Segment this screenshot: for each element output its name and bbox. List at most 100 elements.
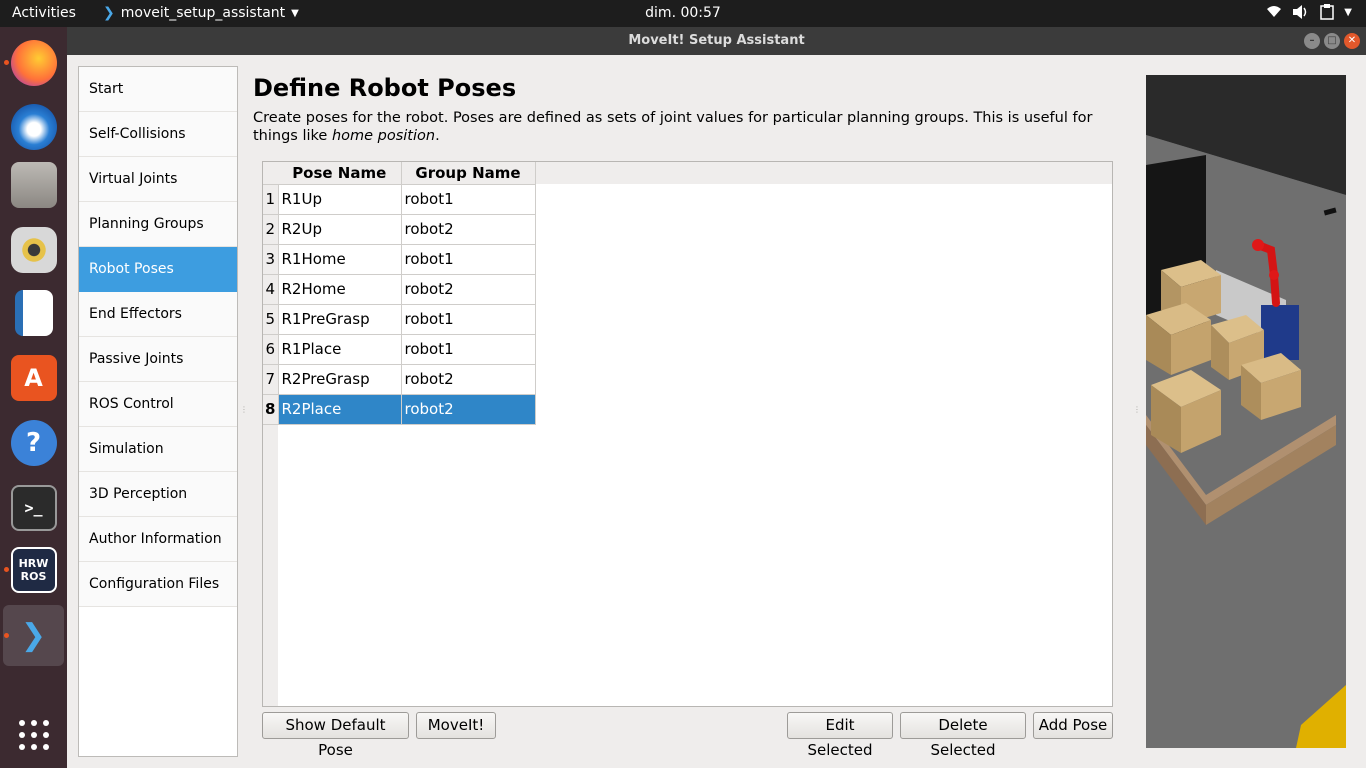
- delete-selected-button[interactable]: Delete Selected: [900, 712, 1026, 759]
- chevron-down-icon: ▼: [291, 7, 299, 19]
- robot-3d-viewport[interactable]: [1146, 75, 1346, 748]
- show-applications-launcher[interactable]: [3, 704, 64, 765]
- sidebar-item-passive-joints[interactable]: Passive Joints: [79, 337, 237, 382]
- right-splitter-handle[interactable]: ⋮: [1133, 405, 1141, 419]
- sidebar-item-virtual-joints[interactable]: Virtual Joints: [79, 157, 237, 202]
- firefox-launcher[interactable]: [3, 32, 64, 93]
- show-applications-icon: [11, 712, 57, 758]
- sidebar-item-self-collisions[interactable]: Self-Collisions: [79, 112, 237, 157]
- pose-name-cell[interactable]: R1Up: [277, 183, 402, 215]
- firefox-icon: [10, 39, 57, 86]
- app-menu-label: moveit_setup_assistant: [120, 5, 286, 21]
- poses-table[interactable]: Pose Name Group Name 1 R1Up robot1 2 R2Up rob…: [262, 161, 1113, 707]
- table-corner[interactable]: [263, 162, 278, 184]
- pose-name-cell[interactable]: R1PreGrasp: [277, 303, 402, 335]
- rhythmbox-launcher[interactable]: [3, 219, 64, 280]
- wifi-icon: [1266, 4, 1282, 24]
- clock[interactable]: dim. 00:57: [645, 5, 721, 21]
- libreoffice-writer-launcher[interactable]: [3, 282, 64, 343]
- dock: A? >_ HRW ROS ❯: [0, 27, 67, 768]
- sidebar-item-simulation[interactable]: Simulation: [79, 427, 237, 472]
- row-number[interactable]: 2: [263, 213, 279, 245]
- table-row[interactable]: 4 R2Home robot2: [263, 273, 536, 305]
- pose-name-cell[interactable]: R2Up: [277, 213, 402, 245]
- show-default-pose-button[interactable]: Show Default Pose: [262, 712, 409, 759]
- sidebar-item-author-information[interactable]: Author Information: [79, 517, 237, 562]
- moveit-icon: ❯: [20, 618, 47, 653]
- maximize-icon[interactable]: □: [1324, 33, 1340, 49]
- group-name-cell[interactable]: robot1: [400, 243, 536, 275]
- system-menu-chevron-icon: ▼: [1344, 7, 1352, 18]
- sidebar-item-planning-groups[interactable]: Planning Groups: [79, 202, 237, 247]
- top-bar: Activities ❯ moveit_setup_assistant ▼ di…: [0, 0, 1366, 27]
- row-number[interactable]: 8: [263, 393, 279, 425]
- running-indicator: [4, 60, 9, 65]
- table-row[interactable]: 1 R1Up robot1: [263, 183, 536, 215]
- sidebar-item-configuration-files[interactable]: Configuration Files: [79, 562, 237, 607]
- help-launcher[interactable]: ?: [3, 412, 64, 473]
- pose-name-cell[interactable]: R1Home: [277, 243, 402, 275]
- pose-name-cell[interactable]: R2Home: [277, 273, 402, 305]
- row-number[interactable]: 3: [263, 243, 279, 275]
- edit-selected-button[interactable]: Edit Selected: [787, 712, 893, 759]
- hrw-ros-launcher[interactable]: HRW ROS: [3, 539, 64, 600]
- table-row[interactable]: 8 R2Place robot2: [263, 393, 536, 425]
- row-number[interactable]: 1: [263, 183, 279, 215]
- pose-name-cell[interactable]: R2Place: [277, 393, 402, 425]
- thunderbird-launcher[interactable]: [3, 96, 64, 157]
- group-name-cell[interactable]: robot2: [400, 213, 536, 245]
- table-row[interactable]: 2 R2Up robot2: [263, 213, 536, 245]
- sidebar-item-3d-perception[interactable]: 3D Perception: [79, 472, 237, 517]
- group-name-cell[interactable]: robot2: [400, 273, 536, 305]
- sidebar-item-start[interactable]: Start: [79, 67, 237, 112]
- row-number[interactable]: 5: [263, 303, 279, 335]
- activities-button[interactable]: Activities: [12, 5, 76, 21]
- page-description: Create poses for the robot. Poses are de…: [253, 110, 1093, 144]
- terminal-icon: >_: [10, 484, 57, 531]
- group-name-cell[interactable]: robot2: [400, 393, 536, 425]
- window-body: Start Self-Collisions Virtual Joints Planni…: [67, 55, 1366, 768]
- row-number[interactable]: 7: [263, 363, 279, 395]
- group-name-cell[interactable]: robot1: [400, 333, 536, 365]
- table-row[interactable]: 5 R1PreGrasp robot1: [263, 303, 536, 335]
- running-indicator: [4, 633, 9, 638]
- system-tray[interactable]: ▼: [1266, 4, 1352, 24]
- window-title: MoveIt! Setup Assistant: [628, 33, 805, 48]
- column-header-pose-name[interactable]: Pose Name: [278, 162, 402, 184]
- page-title: Define Robot Poses: [253, 74, 517, 102]
- group-name-cell[interactable]: robot1: [400, 183, 536, 215]
- files-launcher[interactable]: [3, 154, 64, 215]
- table-row[interactable]: 3 R1Home robot1: [263, 243, 536, 275]
- moveit-launcher[interactable]: ❯: [3, 605, 64, 666]
- table-row[interactable]: 7 R2PreGrasp robot2: [263, 363, 536, 395]
- app-menu[interactable]: ❯ moveit_setup_assistant ▼: [103, 5, 299, 21]
- volume-icon: [1292, 4, 1310, 24]
- window-title-bar[interactable]: MoveIt! Setup Assistant – □ ✕: [67, 27, 1366, 55]
- group-name-cell[interactable]: robot2: [400, 363, 536, 395]
- moveit-app-icon: ❯: [103, 5, 115, 21]
- running-indicator: [4, 567, 9, 572]
- files-icon: [10, 161, 57, 208]
- pose-name-cell[interactable]: R2PreGrasp: [277, 363, 402, 395]
- sidebar-item-ros-control[interactable]: ROS Control: [79, 382, 237, 427]
- sidebar-item-robot-poses[interactable]: Robot Poses: [79, 247, 237, 292]
- left-splitter-handle[interactable]: ⋮: [240, 405, 248, 419]
- close-icon[interactable]: ✕: [1344, 33, 1360, 49]
- sidebar-item-end-effectors[interactable]: End Effectors: [79, 292, 237, 337]
- libreoffice-writer-icon: [14, 289, 53, 336]
- pose-name-cell[interactable]: R1Place: [277, 333, 402, 365]
- row-number[interactable]: 6: [263, 333, 279, 365]
- row-number[interactable]: 4: [263, 273, 279, 305]
- ubuntu-software-icon: A: [10, 354, 57, 401]
- table-row[interactable]: 6 R1Place robot1: [263, 333, 536, 365]
- add-pose-button[interactable]: Add Pose: [1033, 712, 1113, 739]
- minimize-icon[interactable]: –: [1304, 33, 1320, 49]
- moveit-button[interactable]: MoveIt!: [416, 712, 496, 739]
- terminal-launcher[interactable]: >_: [3, 477, 64, 538]
- help-icon: ?: [10, 419, 57, 466]
- clipboard-icon: [1320, 4, 1335, 24]
- column-header-group-name[interactable]: Group Name: [401, 162, 536, 184]
- group-name-cell[interactable]: robot1: [400, 303, 536, 335]
- rhythmbox-icon: [10, 226, 57, 273]
- ubuntu-software-launcher[interactable]: A: [3, 347, 64, 408]
